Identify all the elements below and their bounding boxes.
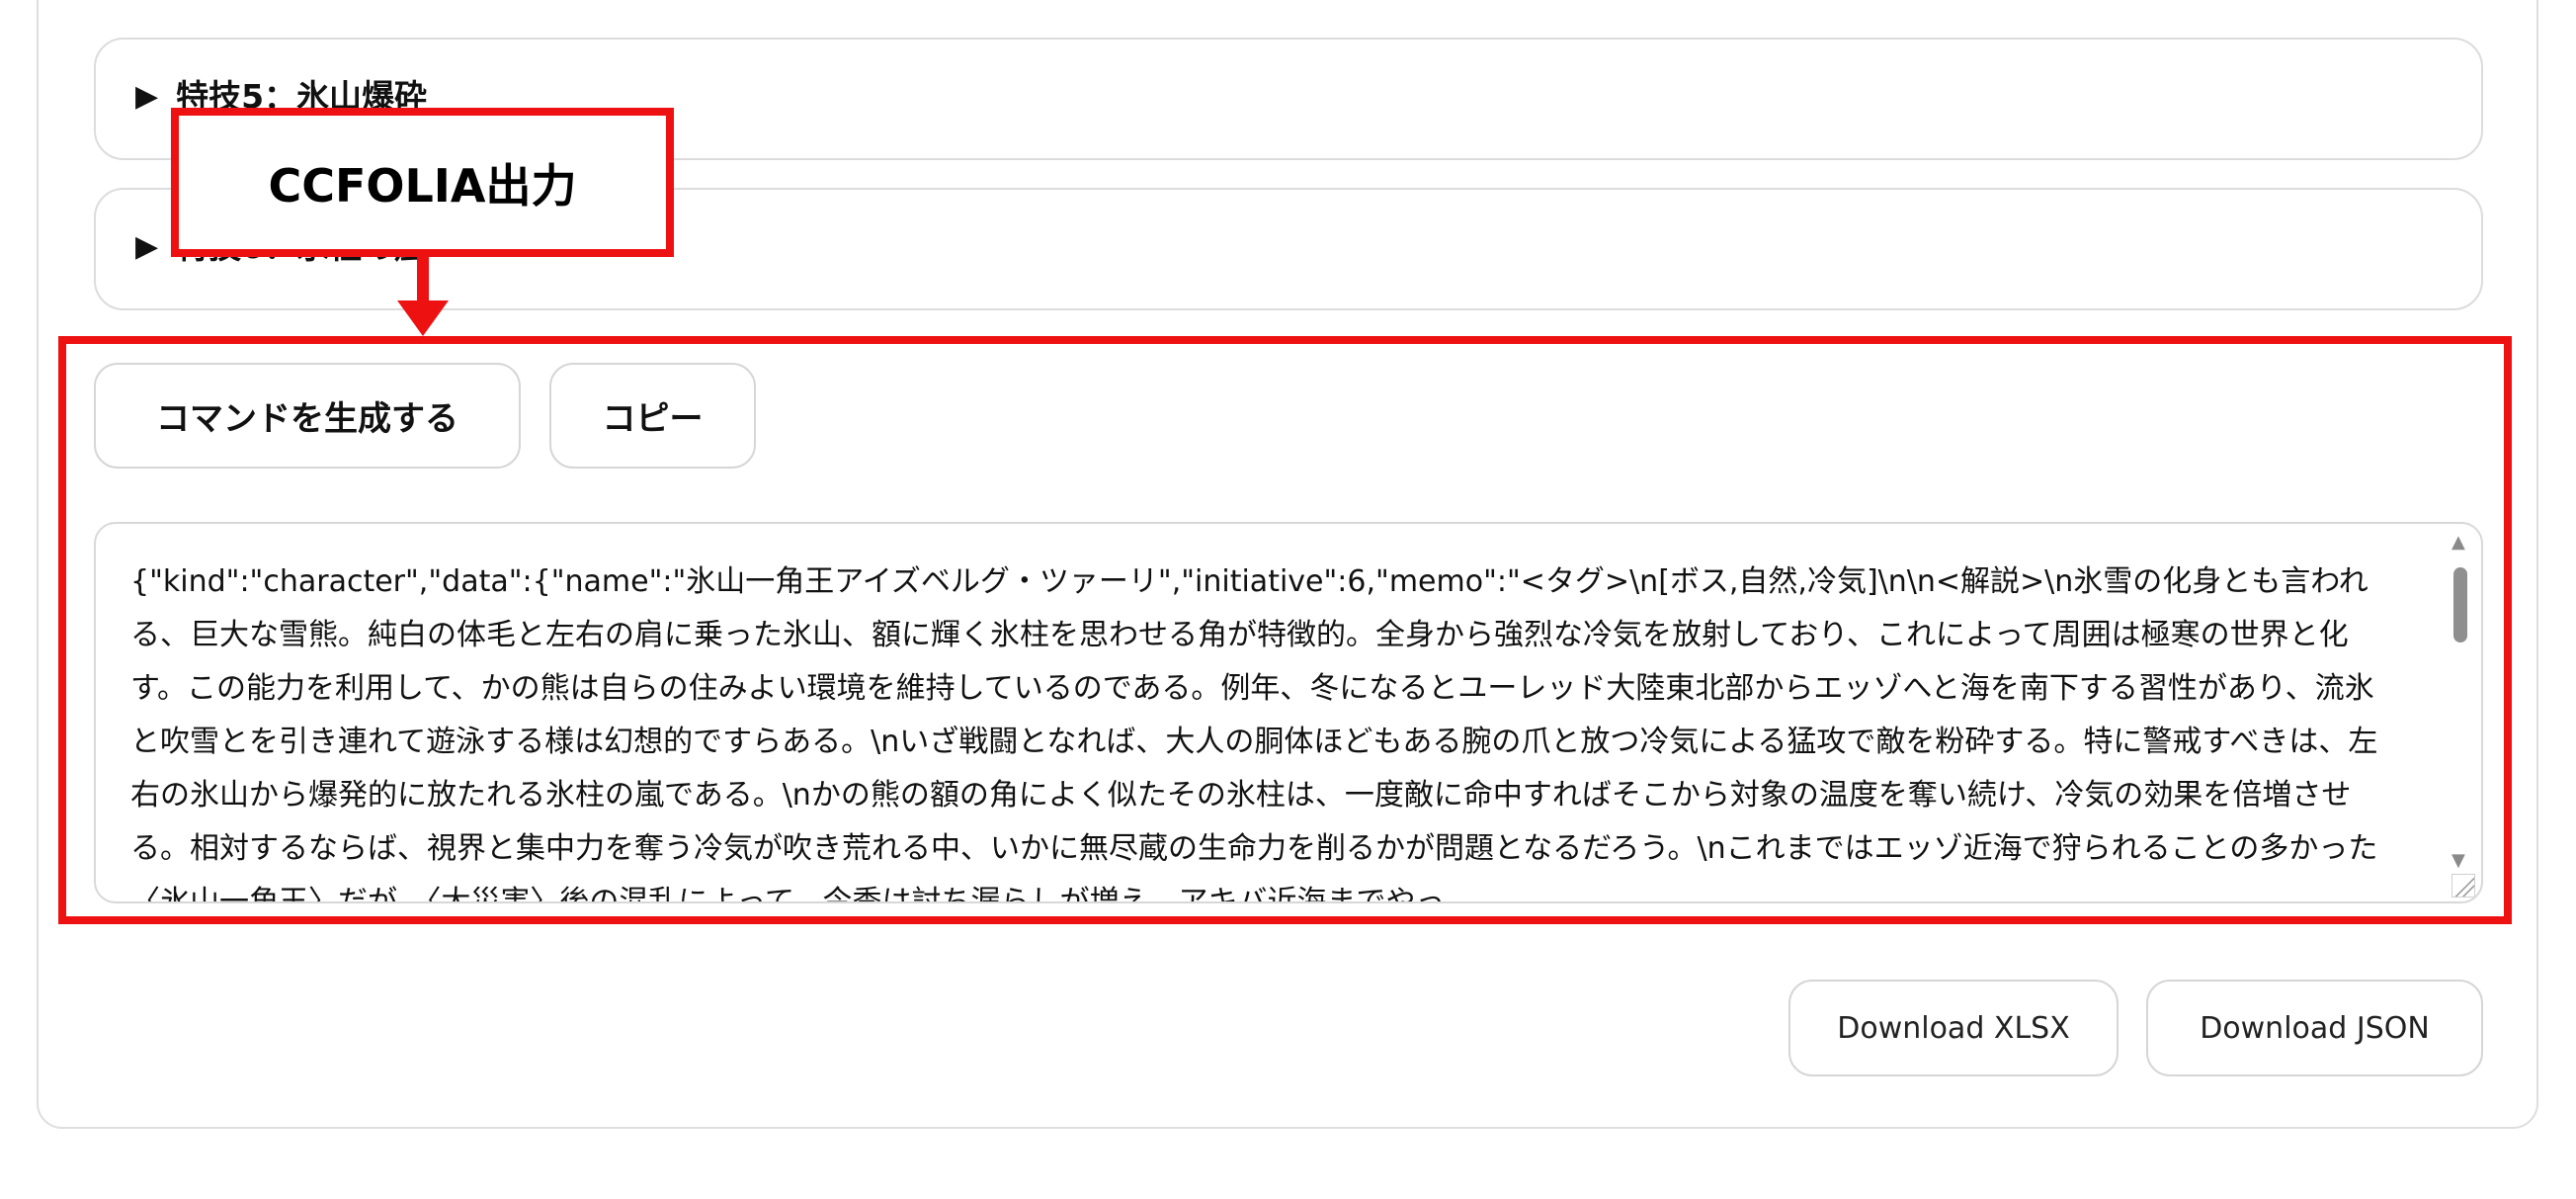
scroll-up-arrow-icon[interactable]: ▲ bbox=[2451, 534, 2465, 552]
download-xlsx-button[interactable]: Download XLSX bbox=[1788, 980, 2119, 1076]
vertical-scrollbar[interactable]: ▲ ▼ bbox=[2448, 530, 2473, 886]
page: ▶ 特技5：氷山爆砕 ▶ 特技6：氷柱の嵐 コマンドを生成する コピー {"ki… bbox=[0, 0, 2576, 1199]
disclosure-triangle-icon: ▶ bbox=[135, 229, 159, 264]
ccfolia-output-textarea[interactable]: {"kind":"character","data":{"name":"氷山一角… bbox=[94, 522, 2483, 903]
annotation-arrow-icon bbox=[397, 257, 449, 336]
ccfolia-output-text[interactable]: {"kind":"character","data":{"name":"氷山一角… bbox=[130, 556, 2403, 901]
annotation-callout: CCFOLIA出力 bbox=[171, 108, 674, 257]
download-json-button[interactable]: Download JSON bbox=[2146, 980, 2483, 1076]
resize-handle-icon[interactable] bbox=[2451, 874, 2475, 898]
disclosure-triangle-icon: ▶ bbox=[135, 79, 159, 114]
generate-command-button[interactable]: コマンドを生成する bbox=[94, 363, 521, 469]
scroll-down-arrow-icon[interactable]: ▼ bbox=[2451, 852, 2465, 870]
scrollbar-thumb[interactable] bbox=[2453, 567, 2467, 642]
copy-button[interactable]: コピー bbox=[549, 363, 756, 469]
